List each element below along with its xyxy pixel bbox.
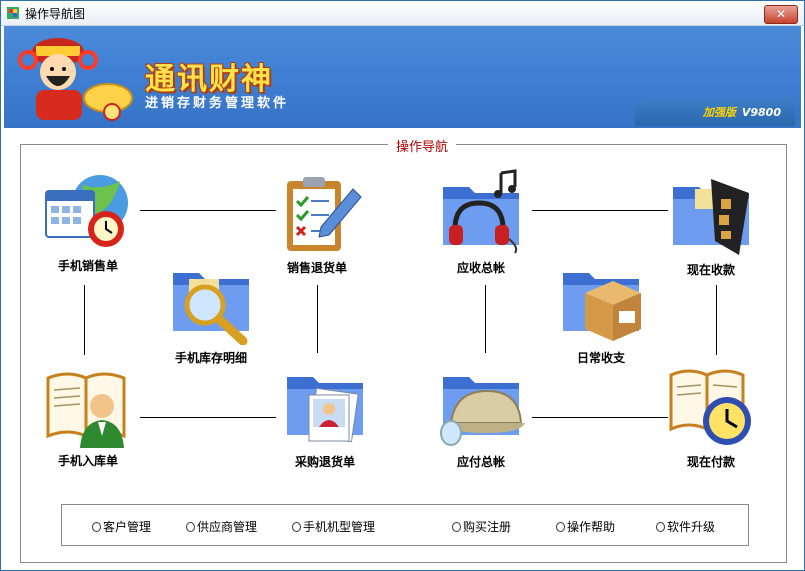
nav-item-label: 采购退货单 — [294, 455, 355, 469]
nav-item-cash-receipt[interactable]: 现在收款 — [659, 169, 763, 278]
link-supplier-management[interactable]: 供应商管理 — [186, 518, 257, 535]
connector-line — [485, 285, 486, 353]
version-label: V9800 — [741, 106, 781, 119]
circle-bullet-icon — [292, 522, 301, 532]
folder-helmet-icon — [440, 377, 525, 446]
link-software-upgrade[interactable]: 软件升级 — [656, 518, 715, 535]
main-window: 操作导航图 ✕ 通讯财神 进销存财务管理软件 加强版 V9800 操作导航 手机… — [0, 0, 805, 571]
nav-item-purchase-return[interactable]: 采购退货单 — [273, 361, 377, 470]
title-bar: 操作导航图 ✕ — [1, 1, 804, 26]
folder-box-icon — [563, 273, 641, 341]
nav-item-label: 日常收支 — [576, 351, 625, 365]
connector-line — [716, 285, 717, 355]
connector-line — [84, 285, 85, 355]
folder-magnifier-icon — [173, 273, 249, 345]
circle-bullet-icon — [452, 522, 461, 532]
nav-item-receivables-ledger[interactable]: 应收总帐 — [429, 169, 533, 276]
nav-item-label: 销售退货单 — [286, 261, 347, 275]
circle-bullet-icon — [186, 522, 195, 532]
clipboard-checklist-icon — [287, 177, 362, 251]
nav-item-cash-payment[interactable]: 现在付款 — [661, 363, 761, 470]
circle-bullet-icon — [656, 522, 665, 532]
circle-bullet-icon — [556, 522, 565, 532]
nav-item-daily-income-expense[interactable]: 日常收支 — [549, 259, 653, 366]
link-label: 购买注册 — [463, 520, 512, 534]
nav-item-label: 应收总帐 — [456, 261, 505, 275]
connector-line — [532, 417, 668, 418]
nav-item-sales-return[interactable]: 销售退货单 — [264, 171, 370, 276]
link-label: 供应商管理 — [197, 520, 258, 534]
link-operation-help[interactable]: 操作帮助 — [556, 518, 615, 535]
nav-item-label: 手机销售单 — [57, 259, 118, 273]
link-label: 操作帮助 — [567, 520, 616, 534]
quick-links-panel — [61, 504, 749, 546]
link-label: 手机机型管理 — [303, 520, 376, 534]
app-banner: 通讯财神 进销存财务管理软件 加强版 V9800 — [4, 26, 801, 128]
link-label: 客户管理 — [103, 520, 152, 534]
close-button[interactable]: ✕ — [764, 5, 798, 24]
nav-item-label: 手机入库单 — [57, 454, 118, 468]
folder-photos-icon — [287, 377, 363, 443]
app-icon — [7, 7, 19, 19]
connector-line — [317, 285, 318, 353]
edition-badge: 加强版 V9800 — [703, 104, 781, 120]
app-subtitle: 进销存财务管理软件 — [145, 96, 290, 111]
edition-label: 加强版 — [702, 106, 736, 119]
god-of-wealth-mascot-icon — [18, 38, 133, 121]
calendar-clock-icon — [45, 175, 128, 247]
folder-film-icon — [673, 179, 749, 255]
nav-item-sales-order[interactable]: 手机销售单 — [29, 171, 147, 274]
book-clock-icon — [669, 369, 751, 445]
link-phone-model-management[interactable]: 手机机型管理 — [292, 518, 375, 535]
nav-item-payables-ledger[interactable]: 应付总帐 — [429, 361, 533, 470]
nav-panel-title: 操作导航 — [388, 136, 457, 155]
connector-line — [532, 210, 668, 211]
book-user-icon — [46, 372, 126, 448]
nav-item-label: 手机库存明细 — [174, 351, 247, 365]
connector-line — [140, 417, 276, 418]
circle-bullet-icon — [92, 522, 101, 532]
connector-line — [140, 210, 276, 211]
link-label: 软件升级 — [667, 520, 716, 534]
link-purchase-registration[interactable]: 购买注册 — [452, 518, 511, 535]
window-title: 操作导航图 — [25, 7, 86, 21]
nav-item-stock-in[interactable]: 手机入库单 — [39, 364, 137, 469]
folder-headphones-icon — [443, 169, 519, 254]
link-customer-management[interactable]: 客户管理 — [92, 518, 151, 535]
nav-item-stock-detail[interactable]: 手机库存明细 — [157, 259, 265, 366]
nav-item-label: 应付总帐 — [456, 455, 505, 469]
nav-item-label: 现在收款 — [686, 263, 735, 277]
nav-item-label: 现在付款 — [686, 455, 735, 469]
